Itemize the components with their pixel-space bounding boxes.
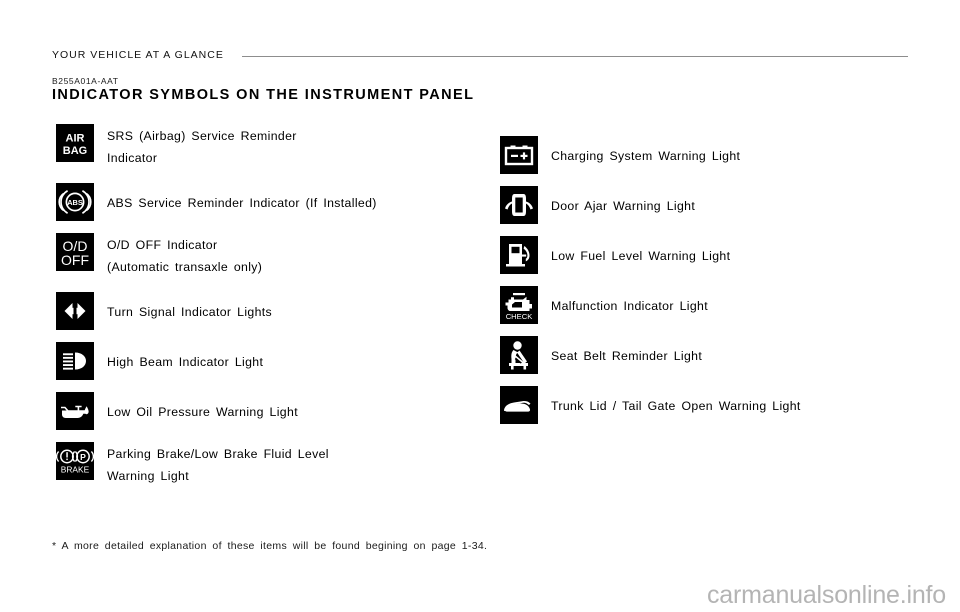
symbol-label: Parking Brake/Low Brake Fluid Level Warn…: [107, 447, 329, 483]
symbol-label: Trunk Lid / Tail Gate Open Warning Light: [551, 399, 801, 413]
parking-brake-icon: P BRAKE: [56, 442, 94, 480]
svg-text:BAG: BAG: [63, 145, 87, 157]
footnote: * A more detailed explanation of these i…: [52, 540, 488, 552]
watermark: carmanualsonline.info: [706, 581, 946, 609]
svg-text:ABS: ABS: [67, 198, 83, 207]
air-bag-icon: AIR BAG: [56, 124, 94, 162]
abs-icon: ABS: [56, 183, 94, 221]
turn-signal-icon: [56, 292, 94, 330]
symbol-row: O/D OFF O/D OFF Indicator (Automatic tra…: [56, 233, 476, 278]
symbol-label: Door Ajar Warning Light: [551, 199, 696, 213]
malfunction-indicator-icon: CHECK: [500, 286, 538, 324]
symbol-row: Low Oil Pressure Warning Light: [56, 392, 476, 430]
symbol-row: Charging System Warning Light: [500, 136, 920, 174]
symbol-row: P BRAKE Parking Brake/Low Brake Fluid Le…: [56, 442, 476, 487]
svg-text:OFF: OFF: [61, 252, 89, 268]
charging-system-icon: [500, 136, 538, 174]
low-oil-pressure-icon: [56, 392, 94, 430]
symbol-row: AIR BAG SRS (Airbag) Service Reminder In…: [56, 124, 476, 169]
right-symbol-column: Charging System Warning Light Door Ajar …: [500, 124, 920, 424]
header-rule: [241, 55, 908, 57]
running-header: YOUR VEHICLE AT A GLANCE: [52, 46, 908, 64]
seat-belt-icon: [500, 336, 538, 374]
symbol-label: Seat Belt Reminder Light: [551, 349, 703, 363]
symbol-label: ABS Service Reminder Indicator (If Insta…: [107, 196, 377, 210]
symbol-label: Low Oil Pressure Warning Light: [107, 405, 298, 419]
symbol-row: Trunk Lid / Tail Gate Open Warning Light: [500, 386, 920, 424]
page-title: INDICATOR SYMBOLS ON THE INSTRUMENT PANE…: [52, 87, 475, 103]
symbol-label: Low Fuel Level Warning Light: [551, 249, 731, 263]
symbol-row: CHECK Malfunction Indicator Light: [500, 286, 920, 324]
section-code: B255A01A-AAT: [52, 76, 119, 86]
symbol-row: High Beam Indicator Light: [56, 342, 476, 380]
symbol-label: Charging System Warning Light: [551, 149, 741, 163]
symbol-row: Turn Signal Indicator Lights: [56, 292, 476, 330]
svg-text:P: P: [80, 452, 86, 462]
symbol-label: Malfunction Indicator Light: [551, 299, 708, 313]
high-beam-icon: [56, 342, 94, 380]
od-off-icon: O/D OFF: [56, 233, 94, 271]
symbol-label: Turn Signal Indicator Lights: [107, 305, 273, 319]
running-head-text: YOUR VEHICLE AT A GLANCE: [52, 49, 224, 61]
left-symbol-column: AIR BAG SRS (Airbag) Service Reminder In…: [56, 124, 476, 487]
door-ajar-icon: [500, 186, 538, 224]
symbol-label: High Beam Indicator Light: [107, 355, 264, 369]
symbol-row: ABS ABS Service Reminder Indicator (If I…: [56, 183, 476, 221]
symbol-row: Low Fuel Level Warning Light: [500, 236, 920, 274]
symbol-label: SRS (Airbag) Service Reminder Indicator: [107, 129, 297, 165]
symbol-label: O/D OFF Indicator (Automatic transaxle o…: [107, 238, 263, 274]
symbol-row: Seat Belt Reminder Light: [500, 336, 920, 374]
symbol-row: Door Ajar Warning Light: [500, 186, 920, 224]
svg-text:BRAKE: BRAKE: [61, 465, 90, 475]
svg-text:AIR: AIR: [66, 133, 85, 145]
svg-text:CHECK: CHECK: [506, 312, 533, 321]
trunk-lid-icon: [500, 386, 538, 424]
low-fuel-icon: [500, 236, 538, 274]
